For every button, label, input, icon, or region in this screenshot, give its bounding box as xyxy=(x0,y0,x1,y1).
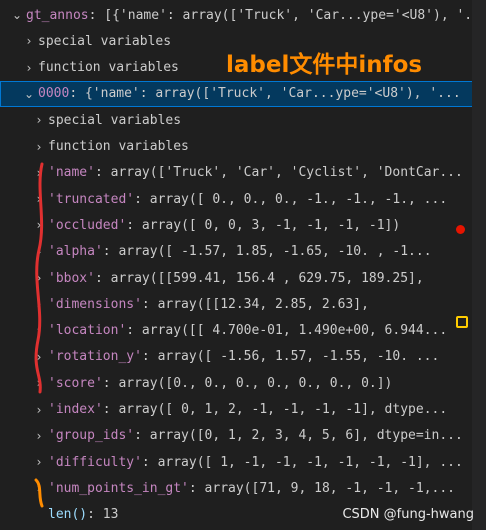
variable-value: : array([ -1.57, 1.85, -1.65, -10. , -1.… xyxy=(102,244,432,260)
tree-row[interactable]: ›'location': array([[ 4.700e-01, 1.490e+… xyxy=(0,318,486,344)
watermark: CSDN @fung-hwang xyxy=(342,507,474,522)
variable-key: 0000 xyxy=(38,86,70,102)
annotation-scribble-red xyxy=(34,162,44,394)
tree-row[interactable]: ›'score': array([0., 0., 0., 0., 0., 0.,… xyxy=(0,370,486,396)
tree-row[interactable]: ›'rotation_y': array([ -1.56, 1.57, -1.5… xyxy=(0,344,486,370)
variable-key: len() xyxy=(48,507,88,523)
tree-row[interactable]: ›'difficulty': array([ 1, -1, -1, -1, -1… xyxy=(0,449,486,475)
variable-value: : array([ -1.56, 1.57, -1.55, -10. ... xyxy=(141,349,440,365)
tree-row[interactable]: ›'name': array(['Truck', 'Car', 'Cyclist… xyxy=(0,160,486,186)
variable-value: : array([71, 9, 18, -1, -1, -1,... xyxy=(188,480,455,496)
variable-key: 'dimensions' xyxy=(48,296,142,312)
chevron-down-icon[interactable]: ⌄ xyxy=(8,8,26,22)
variable-value: : {'name': array(['Truck', 'Car...ype='<… xyxy=(69,86,461,102)
variable-value: : array([0., 0., 0., 0., 0., 0., 0.]) xyxy=(102,375,393,391)
variable-group-label: function variables xyxy=(48,139,189,154)
chevron-right-icon[interactable]: › xyxy=(30,113,48,127)
tree-row[interactable]: ›'truncated': array([ 0., 0., 0., -1., -… xyxy=(0,186,486,212)
tree-row[interactable]: ›'index': array([ 0, 1, 2, -1, -1, -1, -… xyxy=(0,397,486,423)
variable-key: 'difficulty' xyxy=(48,454,142,470)
variable-value: : 13 xyxy=(87,507,119,523)
chevron-right-icon[interactable]: › xyxy=(30,429,48,443)
breakpoint-icon[interactable] xyxy=(456,225,465,234)
variable-value: : array([[ 4.700e-01, 1.490e+00, 6.944..… xyxy=(126,323,448,339)
tree-row[interactable]: ›'num_points_in_gt': array([71, 9, 18, -… xyxy=(0,475,486,501)
debug-pointer-icon xyxy=(456,316,468,328)
variable-value: : array([ 0, 0, 3, -1, -1, -1, -1]) xyxy=(126,217,401,233)
variable-value: : array(['Truck', 'Car', 'Cyclist', 'Don… xyxy=(94,165,463,181)
variable-value: : array([ 0, 1, 2, -1, -1, -1, -1], dtyp… xyxy=(102,402,448,417)
tree-row[interactable]: ›'bbox': array([[599.41, 156.4 , 629.75,… xyxy=(0,265,486,291)
variable-group-label: function variables xyxy=(38,60,179,76)
variable-value: : [{'name': array(['Truck', 'Car...ype='… xyxy=(88,7,486,23)
annotation-text: label文件中infos xyxy=(226,52,423,78)
chevron-right-icon[interactable]: › xyxy=(30,140,48,154)
variable-key: gt_annos xyxy=(26,7,89,23)
variable-key: 'occluded' xyxy=(48,217,127,233)
variable-key: 'group_ids' xyxy=(48,428,135,444)
chevron-right-icon[interactable]: › xyxy=(20,34,38,48)
tree-row[interactable]: ›'dimensions': array([[12.34, 2.85, 2.63… xyxy=(0,291,486,317)
variable-value: : array([[12.34, 2.85, 2.63], xyxy=(141,296,369,312)
variable-key: 'score' xyxy=(48,375,103,391)
variable-value: : array([[599.41, 156.4 , 629.75, 189.25… xyxy=(94,270,424,286)
tree-row[interactable]: ›'group_ids': array([0, 1, 2, 3, 4, 5, 6… xyxy=(0,423,486,449)
chevron-down-icon[interactable]: ⌄ xyxy=(20,87,38,101)
tree-row[interactable]: ⌄ gt_annos: [{'name': array(['Truck', 'Ca… xyxy=(0,2,486,28)
variable-key: 'bbox' xyxy=(48,270,95,286)
tree-row[interactable]: ⌄ 0000: {'name': array(['Truck', 'Car...y… xyxy=(0,80,486,107)
tree-row[interactable]: › function variables xyxy=(0,134,486,160)
variable-group-label: special variables xyxy=(48,112,182,128)
variable-value: : array([ 0., 0., 0., -1., -1., -1., ... xyxy=(134,191,448,207)
variable-value: : array([0, 1, 2, 3, 4, 5, 6], dtype=in.… xyxy=(134,428,463,444)
annotation-scribble-orange xyxy=(34,478,44,508)
scrollbar[interactable] xyxy=(472,0,486,530)
variable-key: 'alpha' xyxy=(48,244,103,260)
variable-key: 'index' xyxy=(48,402,103,417)
chevron-right-icon[interactable]: › xyxy=(20,61,38,75)
variable-key: 'rotation_y' xyxy=(48,349,142,365)
variable-key: 'truncated' xyxy=(48,191,135,207)
chevron-right-icon[interactable]: › xyxy=(30,403,48,417)
tree-row[interactable]: ›'occluded': array([ 0, 0, 3, -1, -1, -1… xyxy=(0,212,486,238)
chevron-right-icon[interactable]: › xyxy=(30,455,48,469)
variable-key: 'num_points_in_gt' xyxy=(48,480,189,496)
variable-key: 'name' xyxy=(48,165,95,181)
tree-row[interactable]: › special variables xyxy=(0,107,486,133)
variable-value: : array([ 1, -1, -1, -1, -1, -1, -1], ..… xyxy=(141,454,463,470)
variable-group-label: special variables xyxy=(38,33,172,49)
tree-row[interactable]: ›'alpha': array([ -1.57, 1.85, -1.65, -1… xyxy=(0,239,486,265)
variable-key: 'location' xyxy=(48,323,127,339)
